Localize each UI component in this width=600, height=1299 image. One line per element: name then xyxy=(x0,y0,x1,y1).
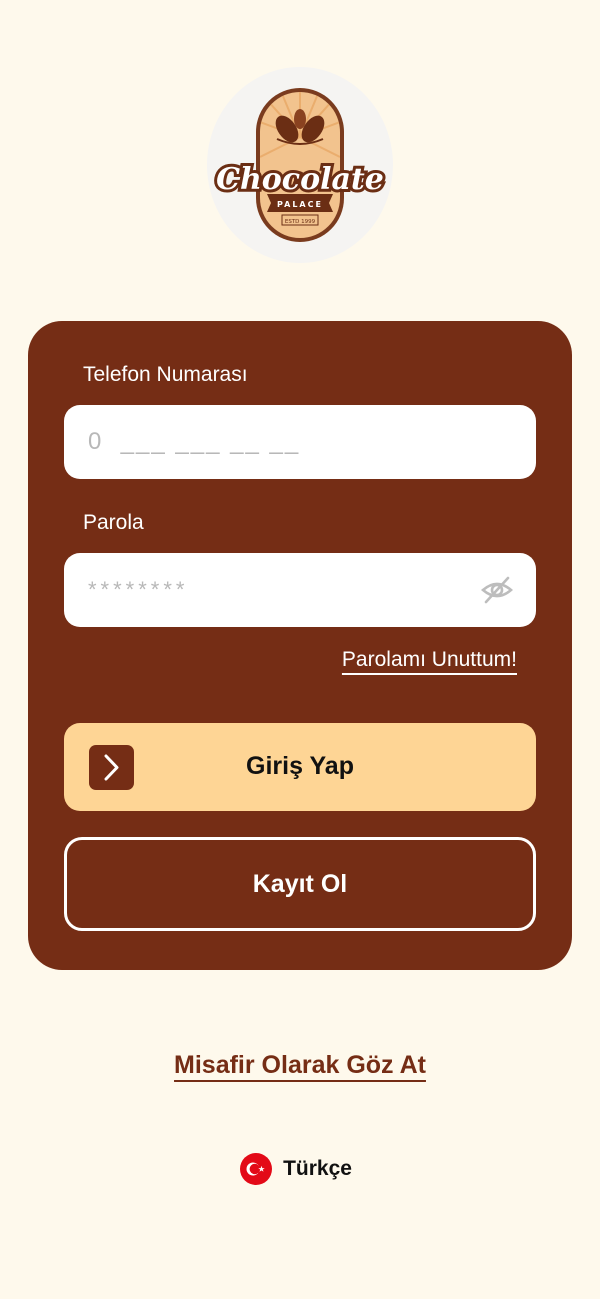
login-button-label: Giriş Yap xyxy=(246,752,354,780)
login-button[interactable]: Giriş Yap xyxy=(64,723,536,811)
turkey-flag-icon xyxy=(240,1153,273,1185)
phone-input-box[interactable] xyxy=(64,405,536,479)
register-button[interactable]: Kayıt Ol xyxy=(64,837,536,931)
phone-input[interactable] xyxy=(88,405,488,479)
password-input-box[interactable] xyxy=(64,553,536,627)
phone-label: Telefon Numarası xyxy=(83,363,248,386)
logo-estd-text: ESTD 1999 xyxy=(285,219,316,225)
password-input[interactable] xyxy=(88,553,488,627)
forgot-password-link[interactable]: Parolamı Unuttum! xyxy=(342,648,517,672)
language-label: Türkçe xyxy=(283,1157,352,1180)
guest-browse-label: Misafir Olarak Göz At xyxy=(174,1051,426,1079)
password-label: Parola xyxy=(83,511,144,534)
language-selector[interactable]: Türkçe xyxy=(0,1153,600,1185)
guest-browse-link[interactable]: Misafir Olarak Göz At xyxy=(0,1051,600,1080)
logo-sub-text: PALACE xyxy=(277,200,323,209)
eye-off-icon[interactable] xyxy=(480,573,514,607)
login-card: Telefon Numarası Parola Parolamı Unuttum… xyxy=(28,321,572,970)
register-button-label: Kayıt Ol xyxy=(252,870,348,898)
logo-container: Chocolate PALACE ESTD 1999 xyxy=(207,67,393,263)
chocolate-palace-logo: Chocolate PALACE ESTD 1999 xyxy=(213,88,387,242)
logo-script-text: Chocolate xyxy=(216,162,384,197)
